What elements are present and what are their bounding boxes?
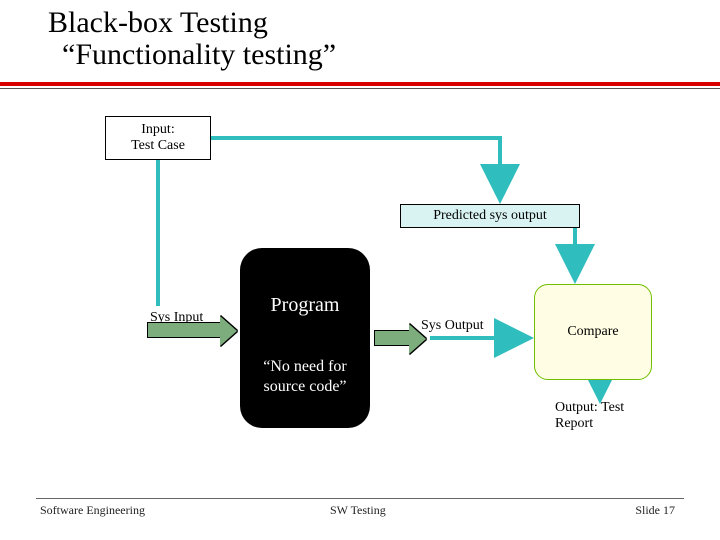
output-report-label: Output: Test Report bbox=[555, 400, 624, 431]
sys-output-label: Sys Output bbox=[421, 318, 484, 334]
program-blackbox: Program “No need for source code” bbox=[240, 248, 370, 428]
compare-label: Compare bbox=[567, 324, 618, 340]
program-note: “No need for source code” bbox=[240, 357, 370, 395]
footer-center: SW Testing bbox=[330, 503, 386, 518]
predicted-output-box: Predicted sys output bbox=[400, 204, 580, 228]
program-label: Program bbox=[271, 294, 340, 317]
footer-right: Slide 17 bbox=[635, 503, 675, 518]
footer-divider bbox=[36, 498, 684, 499]
output-report-text: Output: Test Report bbox=[555, 400, 677, 440]
footer-left: Software Engineering bbox=[40, 503, 145, 518]
arrow-sysinput-icon bbox=[147, 322, 221, 338]
predicted-output-label: Predicted sys output bbox=[433, 208, 547, 224]
arrow-sysoutput-icon bbox=[374, 330, 410, 346]
compare-box: Compare bbox=[534, 284, 652, 380]
